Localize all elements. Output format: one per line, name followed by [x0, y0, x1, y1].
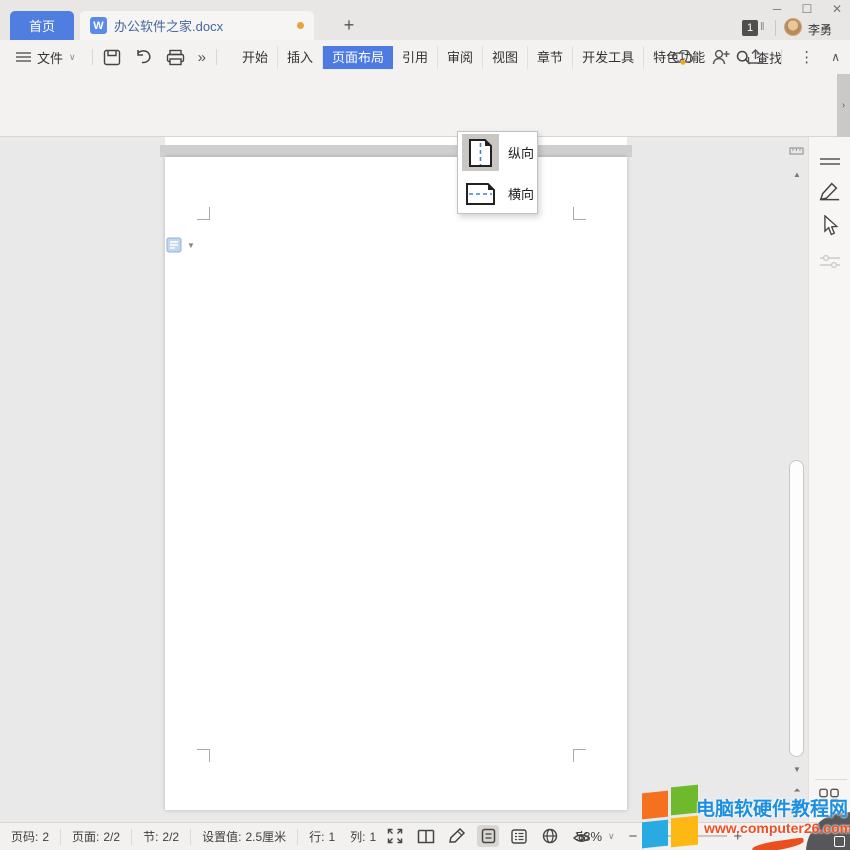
divider — [775, 20, 776, 36]
zoom-level-value[interactable]: 58% — [576, 829, 602, 844]
status-page-number: 页码:2 — [0, 829, 61, 845]
page-gap — [160, 145, 632, 157]
margin-corner-mark — [573, 749, 586, 762]
chevron-down-icon: ∨ — [69, 52, 76, 63]
badge-pipes-icon: ‖ — [760, 21, 765, 33]
file-menu-label: 文件 — [37, 48, 63, 67]
home-tab[interactable]: 首页 — [10, 11, 74, 40]
status-section: 节:2/2 — [132, 829, 191, 845]
save-icon[interactable] — [103, 49, 121, 66]
tab-start[interactable]: 开始 — [233, 46, 278, 69]
page-view-button[interactable] — [477, 825, 499, 847]
stop-icon — [834, 836, 845, 847]
document-page[interactable]: ▼ — [165, 157, 627, 810]
share-icon[interactable] — [747, 49, 764, 65]
print-icon[interactable] — [166, 49, 185, 66]
ribbon-expand-button[interactable]: › — [837, 74, 850, 137]
status-line: 行:1 — [298, 829, 339, 845]
wps-writer-icon: W — [90, 17, 107, 34]
task-panel-icon[interactable] — [819, 151, 841, 173]
document-tab[interactable]: W 办公软件之家.docx — [80, 11, 314, 40]
undo-icon[interactable] — [134, 49, 153, 66]
portrait-page-icon — [462, 134, 499, 171]
fullscreen-view-button[interactable] — [384, 825, 406, 847]
scroll-up-arrow[interactable]: ▲ — [789, 170, 805, 179]
tab-insert[interactable]: 插入 — [278, 46, 323, 69]
status-column: 列:1 — [339, 829, 387, 845]
new-tab-button[interactable]: + — [338, 14, 360, 36]
divider — [216, 49, 217, 65]
tab-dev-tools[interactable]: 开发工具 — [573, 46, 644, 69]
zoom-out-button[interactable]: − — [629, 828, 638, 845]
divider — [815, 779, 847, 780]
tab-view[interactable]: 视图 — [483, 46, 528, 69]
settings-sliders-icon[interactable] — [819, 251, 841, 273]
web-layout-button[interactable] — [539, 825, 561, 847]
cloud-sync-icon[interactable] — [673, 50, 695, 65]
paper-orientation-dropdown: 纵向 横向 — [457, 131, 538, 214]
margin-corner-mark — [197, 207, 210, 220]
vertical-scrollbar-thumb[interactable] — [789, 460, 804, 757]
user-name[interactable]: 李勇 — [808, 21, 832, 38]
landscape-page-icon — [462, 175, 499, 212]
window-controls: ─ ☐ ✕ — [770, 0, 844, 18]
tab-section[interactable]: 章节 — [528, 46, 573, 69]
ruler-toggle-icon[interactable] — [789, 145, 804, 157]
side-toolbar — [808, 137, 850, 822]
status-setting-value: 设置值:2.5厘米 — [191, 829, 298, 845]
write-mode-button[interactable] — [446, 825, 468, 847]
read-mode-button[interactable] — [415, 825, 437, 847]
divider — [92, 49, 93, 65]
paste-options-icon — [165, 236, 183, 254]
ribbon: 主题▾ 颜色▾ T 字体▾ 效果▾ 页边距▾ 上: 25.4 毫米 ▲▼ 下: … — [0, 74, 850, 137]
status-page-count: 页面:2/2 — [61, 829, 132, 845]
chevron-down-icon: ▼ — [187, 241, 195, 250]
collapse-ribbon-icon[interactable]: ∧ — [831, 50, 840, 64]
scroll-down-arrow[interactable]: ▼ — [789, 765, 805, 774]
document-tab-title: 办公软件之家.docx — [114, 16, 290, 35]
cursor-select-icon[interactable] — [819, 215, 841, 237]
ribbon-tabs: 开始 插入 页面布局 引用 审阅 视图 章节 开发工具 特色功能 — [233, 46, 714, 69]
tab-review[interactable]: 审阅 — [438, 46, 483, 69]
orientation-option-portrait[interactable]: 纵向 — [458, 132, 537, 173]
minimize-button[interactable]: ─ — [770, 2, 784, 16]
quick-access-more-icon[interactable]: » — [198, 49, 206, 66]
pen-tool-icon[interactable] — [819, 179, 841, 201]
zoom-in-button[interactable]: + — [733, 828, 742, 845]
title-bar: 首页 W 办公软件之家.docx + ─ ☐ ✕ 1 ‖ 李勇 — [0, 0, 850, 40]
unsaved-indicator-dot — [297, 22, 304, 29]
outline-view-button[interactable] — [508, 825, 530, 847]
margin-corner-mark — [197, 749, 210, 762]
document-canvas[interactable]: ▼ ▲ ▼ ⏶⏶ ◻ — [0, 137, 850, 822]
maximize-button[interactable]: ☐ — [800, 2, 814, 16]
hamburger-icon — [16, 51, 31, 63]
landscape-label: 横向 — [508, 184, 534, 203]
notification-badge[interactable]: 1 — [742, 20, 758, 36]
more-menu-icon[interactable]: ⋮ — [799, 48, 814, 66]
divider — [781, 49, 782, 65]
file-menu-button[interactable]: 文件 ∨ — [0, 48, 86, 67]
select-browse-object-button[interactable]: ◻ — [789, 805, 805, 813]
previous-page-button[interactable]: ⏶⏶ — [789, 785, 805, 807]
tab-page-layout[interactable]: 页面布局 — [323, 46, 393, 69]
zoom-slider[interactable] — [643, 835, 727, 837]
orientation-option-landscape[interactable]: 横向 — [458, 173, 537, 214]
tab-references[interactable]: 引用 — [393, 46, 438, 69]
paste-options-button[interactable]: ▼ — [165, 236, 195, 254]
portrait-label: 纵向 — [508, 143, 534, 162]
user-avatar[interactable] — [784, 18, 802, 36]
chevron-down-icon[interactable]: ∨ — [608, 831, 615, 842]
margin-corner-mark — [573, 207, 586, 220]
add-user-icon[interactable] — [712, 49, 730, 65]
close-button[interactable]: ✕ — [830, 2, 844, 16]
page-1-bottom-edge — [165, 137, 627, 145]
multi-page-view-icon[interactable] — [818, 787, 840, 809]
